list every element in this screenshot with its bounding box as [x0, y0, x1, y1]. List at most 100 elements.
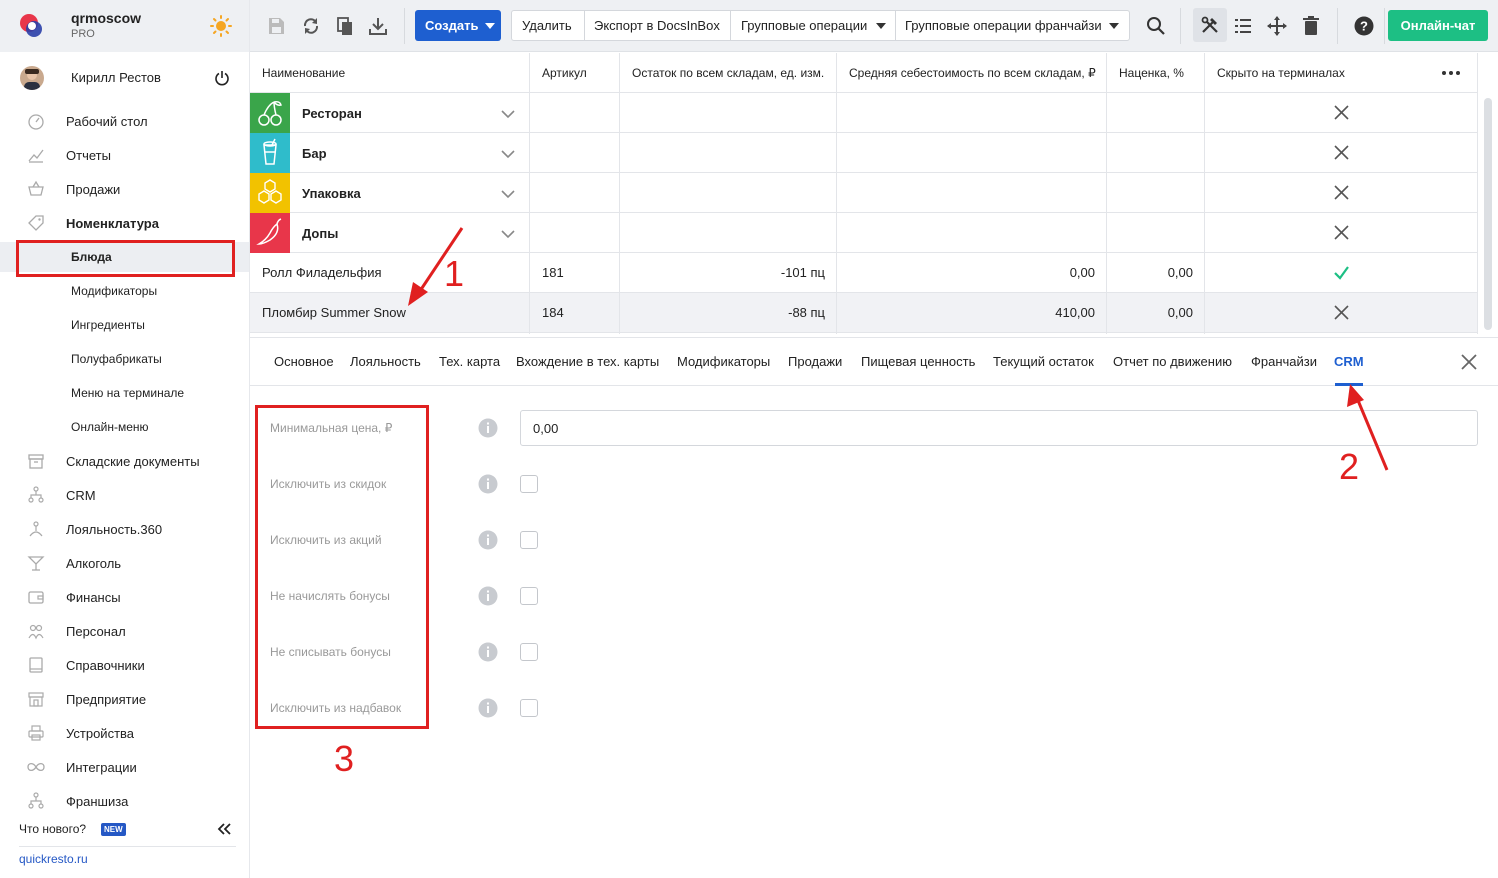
tab-main[interactable]: Основное	[274, 354, 334, 369]
table-row[interactable]: Ролл Филадельфия 181 -101 пц 0,00 0,00	[250, 253, 1478, 293]
cell-name: Пломбир Summer Snow	[262, 305, 406, 320]
exclude-surcharges-checkbox[interactable]	[520, 699, 538, 717]
sidebar-item-finance[interactable]: Финансы	[0, 582, 249, 612]
tab-tech-card-entries[interactable]: Вхождение в тех. карты	[516, 354, 659, 369]
printer-icon	[28, 725, 44, 741]
tab-loyalty[interactable]: Лояльность	[350, 354, 421, 369]
info-icon[interactable]	[478, 418, 498, 438]
info-icon[interactable]	[478, 530, 498, 550]
sidebar-item-enterprise[interactable]: Предприятие	[0, 684, 249, 714]
min-price-input[interactable]: 0,00	[520, 410, 1478, 446]
table-row-group[interactable]: Допы	[250, 213, 1478, 253]
sidebar-item-label: Продажи	[66, 182, 121, 197]
sidebar-subitem-terminal-menu[interactable]: Меню на терминале	[0, 378, 249, 408]
tab-current-stock[interactable]: Текущий остаток	[993, 354, 1094, 369]
sidebar-subitem-ingredients[interactable]: Ингредиенты	[0, 310, 249, 340]
table-scrollbar[interactable]	[1484, 98, 1492, 330]
sidebar-subitem-label: Меню на терминале	[71, 386, 185, 400]
chevron-down-icon[interactable]	[500, 146, 516, 162]
sidebar-subitem-semifinished[interactable]: Полуфабрикаты	[0, 344, 249, 374]
sidebar-subitem-modifiers[interactable]: Модификаторы	[0, 276, 249, 306]
power-icon[interactable]	[214, 70, 230, 86]
chevron-down-icon[interactable]	[500, 106, 516, 122]
annotation-number-3: 3	[334, 738, 355, 779]
more-options-icon[interactable]	[1441, 67, 1461, 79]
table-row-group[interactable]: Ресторан	[250, 93, 1478, 133]
chevron-down-icon[interactable]	[500, 186, 516, 202]
close-icon[interactable]	[1460, 353, 1478, 371]
sidebar-subitem-online-menu[interactable]: Онлайн-меню	[0, 412, 249, 442]
help-icon[interactable]: ?	[1353, 15, 1375, 37]
column-header-stock[interactable]: Остаток по всем складам, ед. изм.	[620, 53, 837, 93]
no-bonus-writeoff-checkbox[interactable]	[520, 643, 538, 661]
table-row[interactable]: Пломбир Summer Snow 184 -88 пц 410,00 0,…	[250, 293, 1478, 333]
tab-sales[interactable]: Продажи	[788, 354, 842, 369]
info-icon[interactable]	[478, 698, 498, 718]
cell-name: Ролл Филадельфия	[262, 265, 382, 280]
column-header-cost[interactable]: Средняя себестоимость по всем складам, ₽	[837, 53, 1107, 93]
whats-new-link[interactable]: Что нового?	[19, 822, 86, 836]
chevron-down-icon[interactable]	[500, 226, 516, 242]
info-icon[interactable]	[478, 474, 498, 494]
trash-icon[interactable]	[1300, 15, 1322, 37]
sidebar-item-sales[interactable]: Продажи	[0, 174, 249, 204]
cell-cost: 0,00	[1069, 265, 1095, 280]
table-row-group[interactable]: Бар	[250, 133, 1478, 173]
cell-markup: 0,00	[1167, 265, 1193, 280]
group-operations-franchise-dropdown[interactable]: Групповые операции франчайзи	[896, 11, 1130, 40]
sidebar-item-nomenclature[interactable]: Номенклатура	[0, 208, 249, 238]
refresh-icon[interactable]	[300, 15, 322, 37]
copy-icon[interactable]	[334, 15, 356, 37]
sidebar-item-reports[interactable]: Отчеты	[0, 140, 249, 170]
sidebar-item-crm[interactable]: CRM	[0, 480, 249, 510]
brand-header[interactable]: qrmoscow PRO	[0, 0, 249, 52]
sidebar-divider	[19, 846, 236, 847]
info-icon[interactable]	[478, 586, 498, 606]
sidebar-item-references[interactable]: Справочники	[0, 650, 249, 680]
sidebar-item-devices[interactable]: Устройства	[0, 718, 249, 748]
column-header-article[interactable]: Артикул	[530, 53, 620, 93]
delete-button[interactable]: Удалить	[512, 11, 584, 40]
tab-crm[interactable]: CRM	[1334, 354, 1364, 369]
group-operations-dropdown[interactable]: Групповые операции	[731, 11, 895, 40]
no-bonus-accrual-checkbox[interactable]	[520, 587, 538, 605]
export-docsinbox-button[interactable]: Экспорт в DocsInBox	[585, 11, 730, 40]
export-button-label: Экспорт в DocsInBox	[594, 18, 720, 33]
move-icon[interactable]	[1266, 15, 1288, 37]
tab-nutrition[interactable]: Пищевая ценность	[861, 354, 975, 369]
column-header-markup[interactable]: Наценка, %	[1107, 53, 1205, 93]
user-profile[interactable]: Кирилл Рестов	[0, 58, 249, 98]
site-link[interactable]: quickresto.ru	[19, 852, 88, 866]
sun-icon[interactable]	[210, 15, 232, 37]
hierarchy-icon	[28, 486, 44, 503]
sidebar-item-integrations[interactable]: Интеграции	[0, 752, 249, 782]
sidebar-item-dashboard[interactable]: Рабочий стол	[0, 106, 249, 136]
tab-modifiers[interactable]: Модификаторы	[677, 354, 770, 369]
sidebar-item-franchise[interactable]: Франшиза	[0, 786, 249, 816]
exclude-discounts-checkbox[interactable]	[520, 475, 538, 493]
sidebar-item-loyalty[interactable]: Лояльность.360	[0, 514, 249, 544]
table-row-group[interactable]: Упаковка	[250, 173, 1478, 213]
chevron-down-icon	[485, 23, 495, 29]
sidebar-item-alcohol[interactable]: Алкоголь	[0, 548, 249, 578]
collapse-sidebar-icon[interactable]	[216, 821, 232, 837]
info-icon[interactable]	[478, 642, 498, 662]
save-icon[interactable]	[265, 15, 287, 37]
sidebar-item-staff[interactable]: Персонал	[0, 616, 249, 646]
honeycomb-icon	[250, 173, 290, 213]
create-button[interactable]: Создать	[415, 10, 501, 41]
online-chat-button[interactable]: Онлайн-чат	[1388, 10, 1488, 41]
tab-movement-report[interactable]: Отчет по движению	[1113, 354, 1232, 369]
tab-franchise[interactable]: Франчайзи	[1251, 354, 1317, 369]
column-header-name[interactable]: Наименование	[250, 53, 530, 93]
tools-button[interactable]	[1193, 8, 1227, 42]
column-header-hidden[interactable]: Скрыто на терминалах	[1205, 53, 1478, 93]
tab-tech-card[interactable]: Тех. карта	[439, 354, 500, 369]
column-header-label: Артикул	[542, 66, 587, 80]
exclude-promotions-checkbox[interactable]	[520, 531, 538, 549]
download-icon[interactable]	[367, 15, 389, 37]
list-icon[interactable]	[1232, 15, 1254, 37]
search-icon[interactable]	[1145, 15, 1167, 37]
sidebar-item-label: Отчеты	[66, 148, 111, 163]
sidebar-item-warehouse-docs[interactable]: Складские документы	[0, 446, 249, 476]
